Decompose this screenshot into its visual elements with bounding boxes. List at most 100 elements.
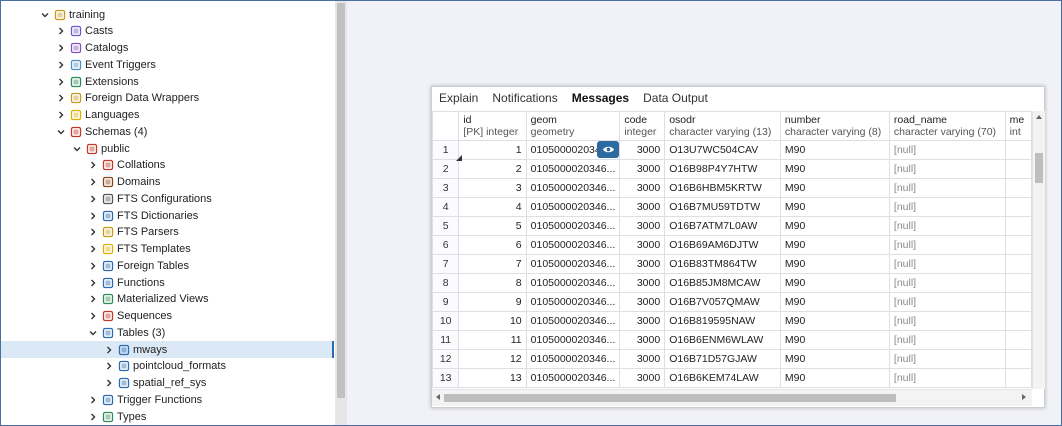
cell-osodr[interactable]: O16B7V057QMAW bbox=[664, 292, 781, 312]
cell-me[interactable] bbox=[1004, 197, 1032, 217]
table-row[interactable]: 9 9 0105000020346... 3000 O16B7V057QMAW M90 [n… bbox=[432, 292, 1032, 312]
tree-item-event-triggers[interactable]: Event Triggers bbox=[1, 56, 334, 73]
cell-geom[interactable]: 0105000020346... bbox=[525, 311, 621, 331]
chevron-right-icon[interactable] bbox=[103, 360, 115, 372]
row-number-cell[interactable]: 2 bbox=[432, 159, 460, 179]
column-header-road-name[interactable]: road_name character varying (70) bbox=[888, 111, 1006, 141]
scroll-up-icon[interactable] bbox=[1036, 115, 1042, 119]
cell-osodr[interactable]: O16B69AM6DJTW bbox=[664, 235, 781, 255]
tree-item-pointcloud-formats[interactable]: pointcloud_formats bbox=[1, 358, 334, 375]
row-number-cell[interactable]: 13 bbox=[432, 368, 460, 388]
cell-me[interactable] bbox=[1004, 368, 1032, 388]
cell-road-name[interactable]: [null] bbox=[888, 159, 1006, 179]
cell-geom[interactable]: 0105000020346... bbox=[525, 349, 621, 369]
cell-me[interactable] bbox=[1004, 159, 1032, 179]
cell-me[interactable] bbox=[1004, 349, 1032, 369]
cell-id[interactable]: 10 bbox=[458, 311, 527, 331]
column-header-code[interactable]: code integer bbox=[619, 111, 666, 141]
column-header-osodr[interactable]: osodr character varying (13) bbox=[664, 111, 781, 141]
cell-me[interactable] bbox=[1004, 273, 1032, 293]
cell-geom[interactable]: 0105000020346... bbox=[525, 197, 621, 217]
row-number-cell[interactable]: 10 bbox=[432, 311, 460, 331]
cell-road-name[interactable]: [null] bbox=[888, 197, 1006, 217]
cell-code[interactable]: 3000 bbox=[619, 254, 666, 274]
cell-number[interactable]: M90 bbox=[779, 273, 890, 293]
cell-id[interactable]: 4 bbox=[458, 197, 527, 217]
chevron-right-icon[interactable] bbox=[87, 310, 99, 322]
chevron-right-icon[interactable] bbox=[87, 159, 99, 171]
chevron-right-icon[interactable] bbox=[55, 42, 67, 54]
tree-item-extensions[interactable]: Extensions bbox=[1, 73, 334, 90]
tree-item-schemas-4[interactable]: Schemas (4) bbox=[1, 123, 334, 140]
cell-code[interactable]: 3000 bbox=[619, 197, 666, 217]
cell-road-name[interactable]: [null] bbox=[888, 254, 1006, 274]
tree-item-mways[interactable]: mways bbox=[1, 341, 334, 358]
cell-id[interactable]: 2 bbox=[458, 159, 527, 179]
tree-item-trigger-functions[interactable]: Trigger Functions bbox=[1, 391, 334, 408]
cell-road-name[interactable]: [null] bbox=[888, 349, 1006, 369]
cell-number[interactable]: M90 bbox=[779, 159, 890, 179]
chevron-right-icon[interactable] bbox=[103, 377, 115, 389]
grid-horizontal-scrollbar[interactable] bbox=[432, 389, 1032, 406]
cell-number[interactable]: M90 bbox=[779, 349, 890, 369]
chevron-right-icon[interactable] bbox=[55, 76, 67, 88]
cell-geom[interactable]: 0105000020346... bbox=[525, 178, 621, 198]
row-number-cell[interactable]: 12 bbox=[432, 349, 460, 369]
row-number-cell[interactable]: 7 bbox=[432, 254, 460, 274]
table-row[interactable]: 6 6 0105000020346... 3000 O16B69AM6DJTW M90 [n… bbox=[432, 235, 1032, 255]
grid-vertical-scrollbar-thumb[interactable] bbox=[1035, 153, 1043, 183]
tab-notifications[interactable]: Notifications bbox=[492, 91, 557, 105]
row-number-cell[interactable]: 9 bbox=[432, 292, 460, 312]
grid-vertical-scrollbar[interactable] bbox=[1032, 111, 1045, 389]
cell-number[interactable]: M90 bbox=[779, 330, 890, 350]
tree-item-fts-parsers[interactable]: FTS Parsers bbox=[1, 224, 334, 241]
cell-osodr[interactable]: O16B7MU59TDTW bbox=[664, 197, 781, 217]
cell-road-name[interactable]: [null] bbox=[888, 273, 1006, 293]
cell-code[interactable]: 3000 bbox=[619, 235, 666, 255]
cell-id[interactable]: 5 bbox=[458, 216, 527, 236]
cell-me[interactable] bbox=[1004, 216, 1032, 236]
cell-road-name[interactable]: [null] bbox=[888, 330, 1006, 350]
column-header-geom[interactable]: geom geometry bbox=[525, 111, 621, 141]
cell-osodr[interactable]: O16B7ATM7L0AW bbox=[664, 216, 781, 236]
cell-code[interactable]: 3000 bbox=[619, 368, 666, 388]
tab-data-output[interactable]: Data Output bbox=[643, 91, 708, 105]
chevron-right-icon[interactable] bbox=[87, 411, 99, 423]
tree-item-tables-3[interactable]: Tables (3) bbox=[1, 324, 334, 341]
cell-me[interactable] bbox=[1004, 178, 1032, 198]
cell-code[interactable]: 3000 bbox=[619, 311, 666, 331]
table-row[interactable]: 1 1 0105000020346... 3000 O13U7WC504CAV M90 [n… bbox=[432, 140, 1032, 160]
tab-explain[interactable]: Explain bbox=[439, 91, 478, 105]
cell-number[interactable]: M90 bbox=[779, 216, 890, 236]
cell-road-name[interactable]: [null] bbox=[888, 178, 1006, 198]
cell-code[interactable]: 3000 bbox=[619, 159, 666, 179]
chevron-right-icon[interactable] bbox=[87, 176, 99, 188]
cell-me[interactable] bbox=[1004, 254, 1032, 274]
table-row[interactable]: 5 5 0105000020346... 3000 O16B7ATM7L0AW M90 [n… bbox=[432, 216, 1032, 236]
cell-osodr[interactable]: O16B71D57GJAW bbox=[664, 349, 781, 369]
cell-osodr[interactable]: O16B85JM8MCAW bbox=[664, 273, 781, 293]
chevron-down-icon[interactable] bbox=[87, 327, 99, 339]
cell-osodr[interactable]: O16B6KEM74LAW bbox=[664, 368, 781, 388]
table-row[interactable]: 8 8 0105000020346... 3000 O16B85JM8MCAW M90 [n… bbox=[432, 273, 1032, 293]
cell-osodr[interactable]: O16B83TM864TW bbox=[664, 254, 781, 274]
cell-number[interactable]: M90 bbox=[779, 292, 890, 312]
tree-item-types[interactable]: Types bbox=[1, 408, 334, 425]
cell-me[interactable] bbox=[1004, 140, 1032, 160]
cell-geom[interactable]: 0105000020346... bbox=[525, 330, 621, 350]
table-row[interactable]: 12 12 0105000020346... 3000 O16B71D57GJAW M90… bbox=[432, 349, 1032, 369]
row-number-cell[interactable]: 3 bbox=[432, 178, 460, 198]
cell-id[interactable]: 12 bbox=[458, 349, 527, 369]
cell-id[interactable]: 3 bbox=[458, 178, 527, 198]
cell-me[interactable] bbox=[1004, 235, 1032, 255]
tree-item-public[interactable]: public bbox=[1, 140, 334, 157]
row-number-cell[interactable]: 5 bbox=[432, 216, 460, 236]
tree-item-spatial-ref-sys[interactable]: spatial_ref_sys bbox=[1, 375, 334, 392]
scroll-left-icon[interactable] bbox=[436, 394, 440, 400]
cell-road-name[interactable]: [null] bbox=[888, 140, 1006, 160]
cell-road-name[interactable]: [null] bbox=[888, 292, 1006, 312]
cell-osodr[interactable]: O16B6ENM6WLAW bbox=[664, 330, 781, 350]
row-number-cell[interactable]: 1 bbox=[432, 140, 460, 160]
table-row[interactable]: 3 3 0105000020346... 3000 O16B6HBM5KRTW M90 [n… bbox=[432, 178, 1032, 198]
table-row[interactable]: 11 11 0105000020346... 3000 O16B6ENM6WLAW M90… bbox=[432, 330, 1032, 350]
